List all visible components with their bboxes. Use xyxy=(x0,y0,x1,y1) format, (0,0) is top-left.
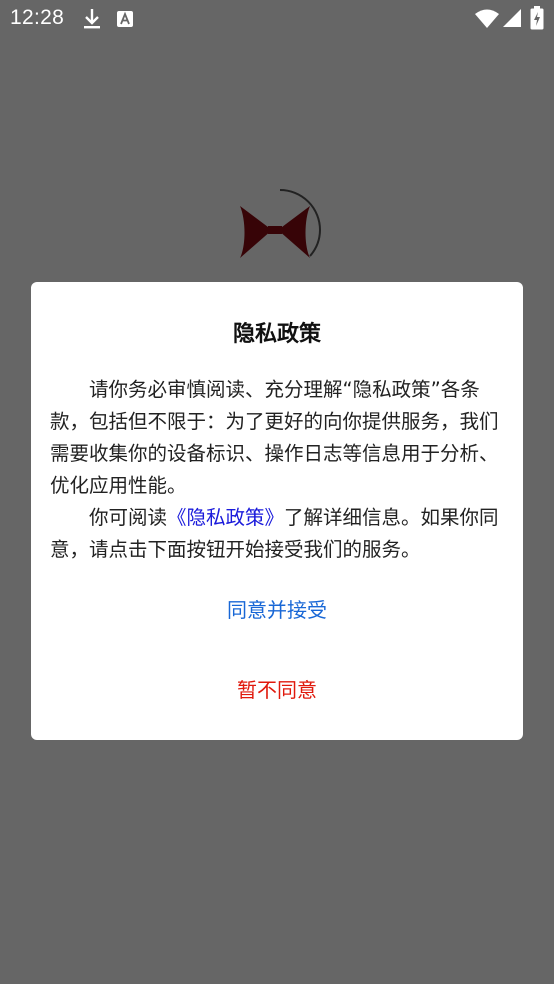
agree-button[interactable]: 同意并接受 xyxy=(31,594,523,623)
battery-icon xyxy=(530,6,544,30)
wifi-icon xyxy=(474,8,500,28)
dialog-body: 请你务必审慎阅读、充分理解“隐私政策”各条款，包括但不限于：为了更好的向你提供服… xyxy=(50,374,506,566)
download-icon xyxy=(82,8,102,30)
privacy-policy-link[interactable]: 《隐私政策》 xyxy=(167,506,284,529)
decline-button[interactable]: 暂不同意 xyxy=(31,674,523,703)
signal-icon xyxy=(502,8,522,28)
dialog-title: 隐私政策 xyxy=(232,322,321,347)
privacy-policy-dialog: 隐私政策 请你务必审慎阅读、充分理解“隐私政策”各条款，包括但不限于：为了更好的… xyxy=(31,282,523,740)
link-prefix-text: 你可阅读 xyxy=(89,506,168,529)
privacy-paragraph: 请你务必审慎阅读、充分理解“隐私政策”各条款，包括但不限于：为了更好的向你提供服… xyxy=(50,378,499,497)
app-notification-icon xyxy=(116,10,134,28)
privacy-link-paragraph: 你可阅读《隐私政策》了解详细信息。如果你同意，请点击下面按钮开始接受我们的服务。 xyxy=(50,502,506,566)
status-bar: 12:28 xyxy=(0,0,554,38)
status-time: 12:28 xyxy=(10,6,65,29)
